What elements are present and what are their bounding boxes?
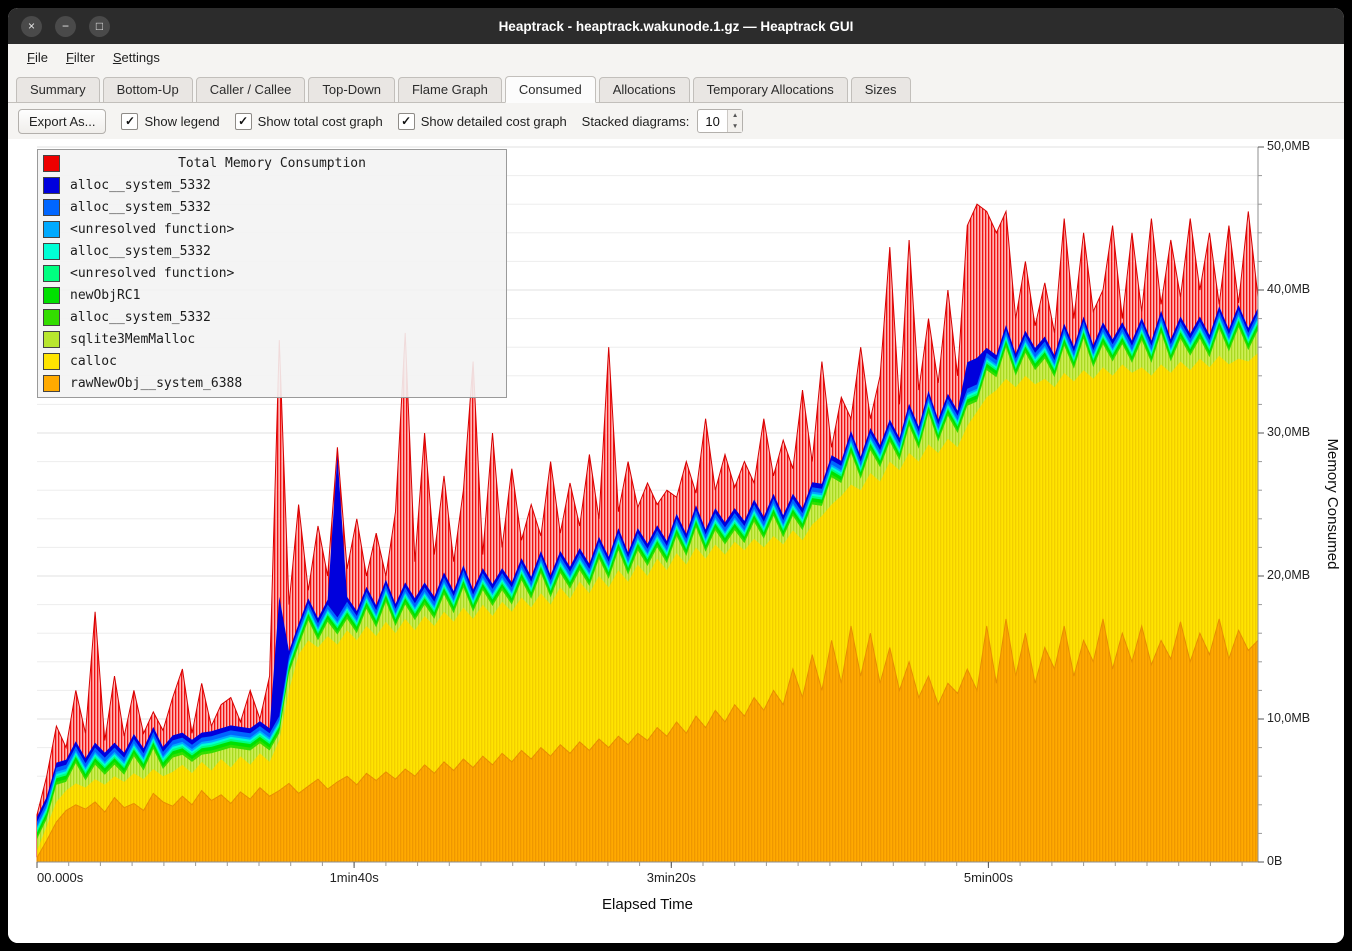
y-tick-label: 50,0MB (1267, 139, 1310, 153)
toolbar: Export As... ✓ Show legend ✓ Show total … (8, 103, 1344, 139)
menu-settings[interactable]: Settings (104, 46, 169, 69)
legend-label: newObjRC1 (70, 288, 140, 303)
legend-swatch-icon (43, 309, 60, 326)
stacked-diagrams-value[interactable]: 10 (698, 110, 726, 132)
x-tick-label: 3min20s (647, 870, 696, 885)
tab-bottom-up[interactable]: Bottom-Up (103, 77, 193, 103)
x-tick-label: 00.000s (37, 870, 83, 885)
spin-down-icon[interactable]: ▼ (728, 121, 742, 132)
tab-top-down[interactable]: Top-Down (308, 77, 395, 103)
legend-swatch-icon (43, 331, 60, 348)
show-detailed-cost-checkbox[interactable]: ✓ (398, 113, 415, 130)
show-total-cost-checkbox[interactable]: ✓ (235, 113, 252, 130)
tab-summary[interactable]: Summary (16, 77, 100, 103)
legend-item: <unresolved function> (38, 262, 506, 284)
window-title: Heaptrack - heaptrack.wakunode.1.gz — He… (8, 19, 1344, 34)
menu-filter[interactable]: Filter (57, 46, 104, 69)
x-axis-title: Elapsed Time (37, 896, 1258, 913)
legend-item: alloc__system_5332 (38, 240, 506, 262)
menu-file-label: ile (35, 50, 48, 65)
spin-buttons: ▲ ▼ (727, 110, 742, 132)
menu-filter-mnemonic: F (66, 50, 74, 65)
menu-settings-mnemonic: S (113, 50, 122, 65)
legend-swatch-icon (43, 265, 60, 282)
legend-label: sqlite3MemMalloc (70, 332, 195, 347)
legend-swatch-icon (43, 243, 60, 260)
legend-swatch-icon (43, 287, 60, 304)
menu-filter-label: ilter (74, 50, 95, 65)
desktop: { "icons": {"close":"×","minimize":"−","… (0, 0, 1352, 951)
tab-sizes[interactable]: Sizes (851, 77, 911, 103)
stacked-diagrams-group: Stacked diagrams: 10 ▲ ▼ (582, 109, 744, 133)
legend-label: <unresolved function> (70, 266, 234, 281)
legend-label: Total Memory Consumption (38, 156, 506, 171)
legend-item: newObjRC1 (38, 284, 506, 306)
legend-title-row: Total Memory Consumption (38, 152, 506, 174)
legend-label: alloc__system_5332 (70, 310, 211, 325)
legend-label: <unresolved function> (70, 222, 234, 237)
legend-item: rawNewObj__system_6388 (38, 372, 506, 394)
tab-flame-graph[interactable]: Flame Graph (398, 77, 502, 103)
x-tick-label: 1min40s (330, 870, 379, 885)
x-tick-label: 5min00s (964, 870, 1013, 885)
stacked-diagrams-spinbox[interactable]: 10 ▲ ▼ (697, 109, 743, 133)
y-axis-title: Memory Consumed (1324, 439, 1341, 570)
legend-swatch-icon (43, 221, 60, 238)
legend-swatch-icon (43, 199, 60, 216)
show-total-cost-option[interactable]: ✓ Show total cost graph (235, 113, 383, 130)
legend-swatch-icon (43, 177, 60, 194)
legend-item: <unresolved function> (38, 218, 506, 240)
spin-up-icon[interactable]: ▲ (728, 110, 742, 121)
export-as-button[interactable]: Export As... (18, 109, 106, 134)
legend-item: alloc__system_5332 (38, 306, 506, 328)
tab-allocations[interactable]: Allocations (599, 77, 690, 103)
tab-caller-callee[interactable]: Caller / Callee (196, 77, 306, 103)
chart-region: Total Memory Consumption alloc__system_53… (8, 139, 1344, 943)
tab-consumed[interactable]: Consumed (505, 76, 596, 103)
legend-item: alloc__system_5332 (38, 174, 506, 196)
show-detailed-cost-option[interactable]: ✓ Show detailed cost graph (398, 113, 567, 130)
legend-swatch-icon (43, 353, 60, 370)
memory-chart[interactable]: Total Memory Consumption alloc__system_53… (37, 147, 1258, 862)
legend-item: calloc (38, 350, 506, 372)
legend-label: alloc__system_5332 (70, 200, 211, 215)
show-legend-label: Show legend (144, 114, 219, 129)
titlebar[interactable]: × − □ Heaptrack - heaptrack.wakunode.1.g… (8, 8, 1344, 44)
tab-temporary-allocations[interactable]: Temporary Allocations (693, 77, 848, 103)
menu-file[interactable]: File (18, 46, 57, 69)
show-legend-option[interactable]: ✓ Show legend (121, 113, 219, 130)
legend-label: rawNewObj__system_6388 (70, 376, 242, 391)
y-tick-label: 10,0MB (1267, 711, 1310, 725)
legend-label: alloc__system_5332 (70, 244, 211, 259)
heaptrack-window: × − □ Heaptrack - heaptrack.wakunode.1.g… (8, 8, 1344, 943)
y-tick-label: 20,0MB (1267, 568, 1310, 582)
legend-item: alloc__system_5332 (38, 196, 506, 218)
y-tick-label: 30,0MB (1267, 425, 1310, 439)
legend-swatch-icon (43, 375, 60, 392)
legend-label: calloc (70, 354, 117, 369)
y-tick-label: 0B (1267, 854, 1282, 868)
stacked-diagrams-label: Stacked diagrams: (582, 114, 690, 129)
legend-label: alloc__system_5332 (70, 178, 211, 193)
tabbar: Summary Bottom-Up Caller / Callee Top-Do… (8, 71, 1344, 103)
menubar: File Filter Settings (8, 44, 1344, 71)
chart-legend: Total Memory Consumption alloc__system_53… (37, 149, 507, 398)
show-total-cost-label: Show total cost graph (258, 114, 383, 129)
show-legend-checkbox[interactable]: ✓ (121, 113, 138, 130)
show-detailed-cost-label: Show detailed cost graph (421, 114, 567, 129)
menu-file-mnemonic: F (27, 50, 35, 65)
menu-settings-label: ettings (122, 50, 160, 65)
legend-item: sqlite3MemMalloc (38, 328, 506, 350)
y-tick-label: 40,0MB (1267, 282, 1310, 296)
